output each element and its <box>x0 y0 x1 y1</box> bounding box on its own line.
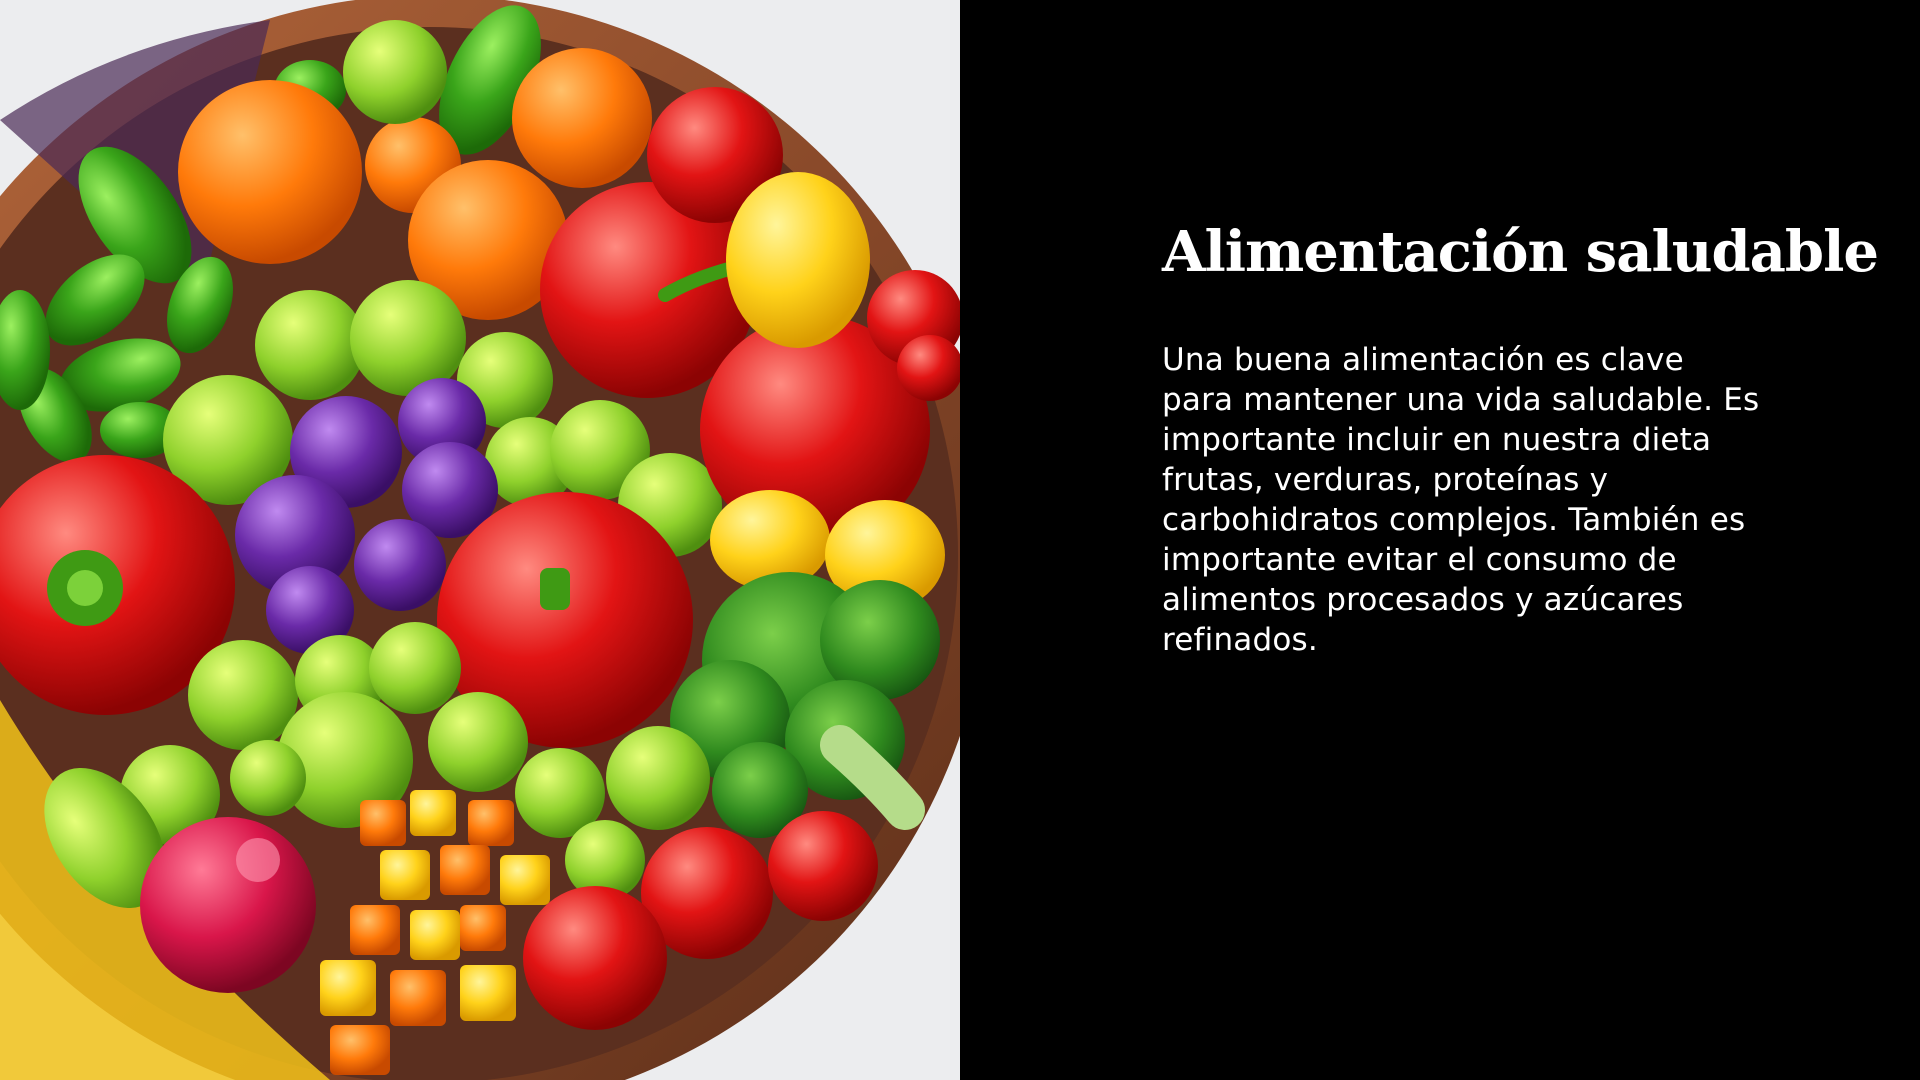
slide: Alimentación saludable Una buena aliment… <box>0 0 1920 1080</box>
slide-body-text: Una buena alimentación es clave para man… <box>1162 342 1760 658</box>
fruit-bowl-image <box>0 0 960 1080</box>
content-panel: Alimentación saludable Una buena aliment… <box>960 0 1920 1080</box>
slide-title: Alimentación saludable <box>1162 219 1879 285</box>
fruit-bowl-illustration <box>0 0 960 1080</box>
